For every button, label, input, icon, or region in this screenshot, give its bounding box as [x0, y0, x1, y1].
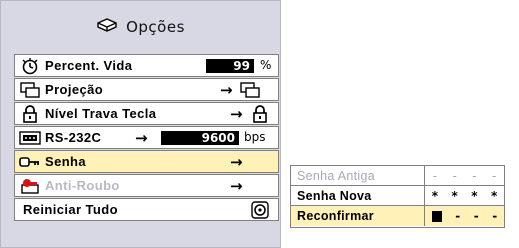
projection-mode-icon	[239, 81, 261, 103]
key-icon	[19, 153, 41, 171]
password-char: *	[431, 188, 439, 203]
password-char: -	[492, 209, 498, 223]
baud-rate-value: 9600	[161, 131, 239, 145]
submenu-arrow: →	[220, 81, 233, 99]
menu-item-projection[interactable]: Projeção →	[14, 78, 279, 101]
password-row-confirm[interactable]: Reconfirmar - - -	[291, 206, 504, 226]
options-menu-panel: Opções Percent. Vida 99 % Projeção → Nív…	[0, 0, 281, 248]
password-row-value: * * * *	[425, 186, 504, 205]
password-char: -	[491, 168, 497, 183]
menu-title: Opções	[126, 18, 185, 36]
menu-item-label: Nível Trava Tecla	[45, 106, 157, 121]
password-char: -	[432, 168, 438, 183]
projection-icon	[19, 81, 41, 99]
padlock-icon	[19, 104, 41, 123]
password-row-label: Senha Nova	[291, 186, 425, 205]
reset-icon	[251, 201, 269, 223]
menu-item-label: Reiniciar Tudo	[23, 202, 118, 217]
menu-item-label: Anti-Roubo	[45, 178, 120, 193]
menu-item-password[interactable]: Senha →	[14, 150, 279, 173]
password-row-new[interactable]: Senha Nova * * * *	[291, 186, 504, 206]
input-cursor	[431, 210, 442, 222]
submenu-arrow: →	[230, 177, 243, 195]
password-panel: Senha Antiga - - - - Senha Nova * * * * …	[290, 165, 505, 228]
password-row-old[interactable]: Senha Antiga - - - -	[291, 166, 504, 186]
password-char: -	[473, 209, 479, 223]
lamp-life-value: 99	[206, 59, 254, 73]
anti-theft-icon	[19, 177, 41, 195]
password-char: -	[472, 168, 477, 183]
submenu-arrow: →	[230, 153, 243, 171]
menu-item-label: Projeção	[45, 82, 104, 97]
password-row-label: Senha Antiga	[291, 166, 425, 185]
menu-item-lamp-life[interactable]: Percent. Vida 99 %	[14, 54, 279, 77]
submenu-arrow: →	[135, 129, 148, 147]
lamp-life-unit: %	[260, 58, 272, 72]
menu-item-label: Senha	[45, 154, 87, 169]
password-row-value: - - -	[425, 206, 504, 226]
baud-rate-unit: bps	[244, 130, 266, 144]
menu-item-reset-all[interactable]: Reiniciar Tudo	[14, 198, 279, 221]
password-char: -	[452, 168, 457, 183]
submenu-arrow: →	[230, 105, 243, 123]
menu-item-anti-theft[interactable]: Anti-Roubo →	[14, 174, 279, 197]
password-char: -	[455, 209, 461, 223]
password-char: *	[490, 188, 498, 203]
menu-list: Percent. Vida 99 % Projeção → Nível Trav…	[14, 54, 279, 242]
menu-item-keylock[interactable]: Nível Trava Tecla →	[14, 102, 279, 125]
options-icon	[96, 16, 118, 38]
password-char: *	[471, 188, 478, 203]
keylock-level-icon	[251, 105, 269, 127]
timer-icon	[19, 57, 41, 75]
menu-item-label: Percent. Vida	[45, 58, 133, 73]
password-row-value: - - - -	[425, 166, 504, 185]
menu-header: Opções	[5, 5, 276, 49]
serial-port-icon	[19, 129, 41, 147]
menu-item-rs232c[interactable]: RS-232C → 9600 bps	[14, 126, 279, 149]
password-char: *	[451, 188, 458, 203]
menu-item-label: RS-232C	[45, 130, 102, 145]
password-row-label: Reconfirmar	[291, 206, 425, 226]
